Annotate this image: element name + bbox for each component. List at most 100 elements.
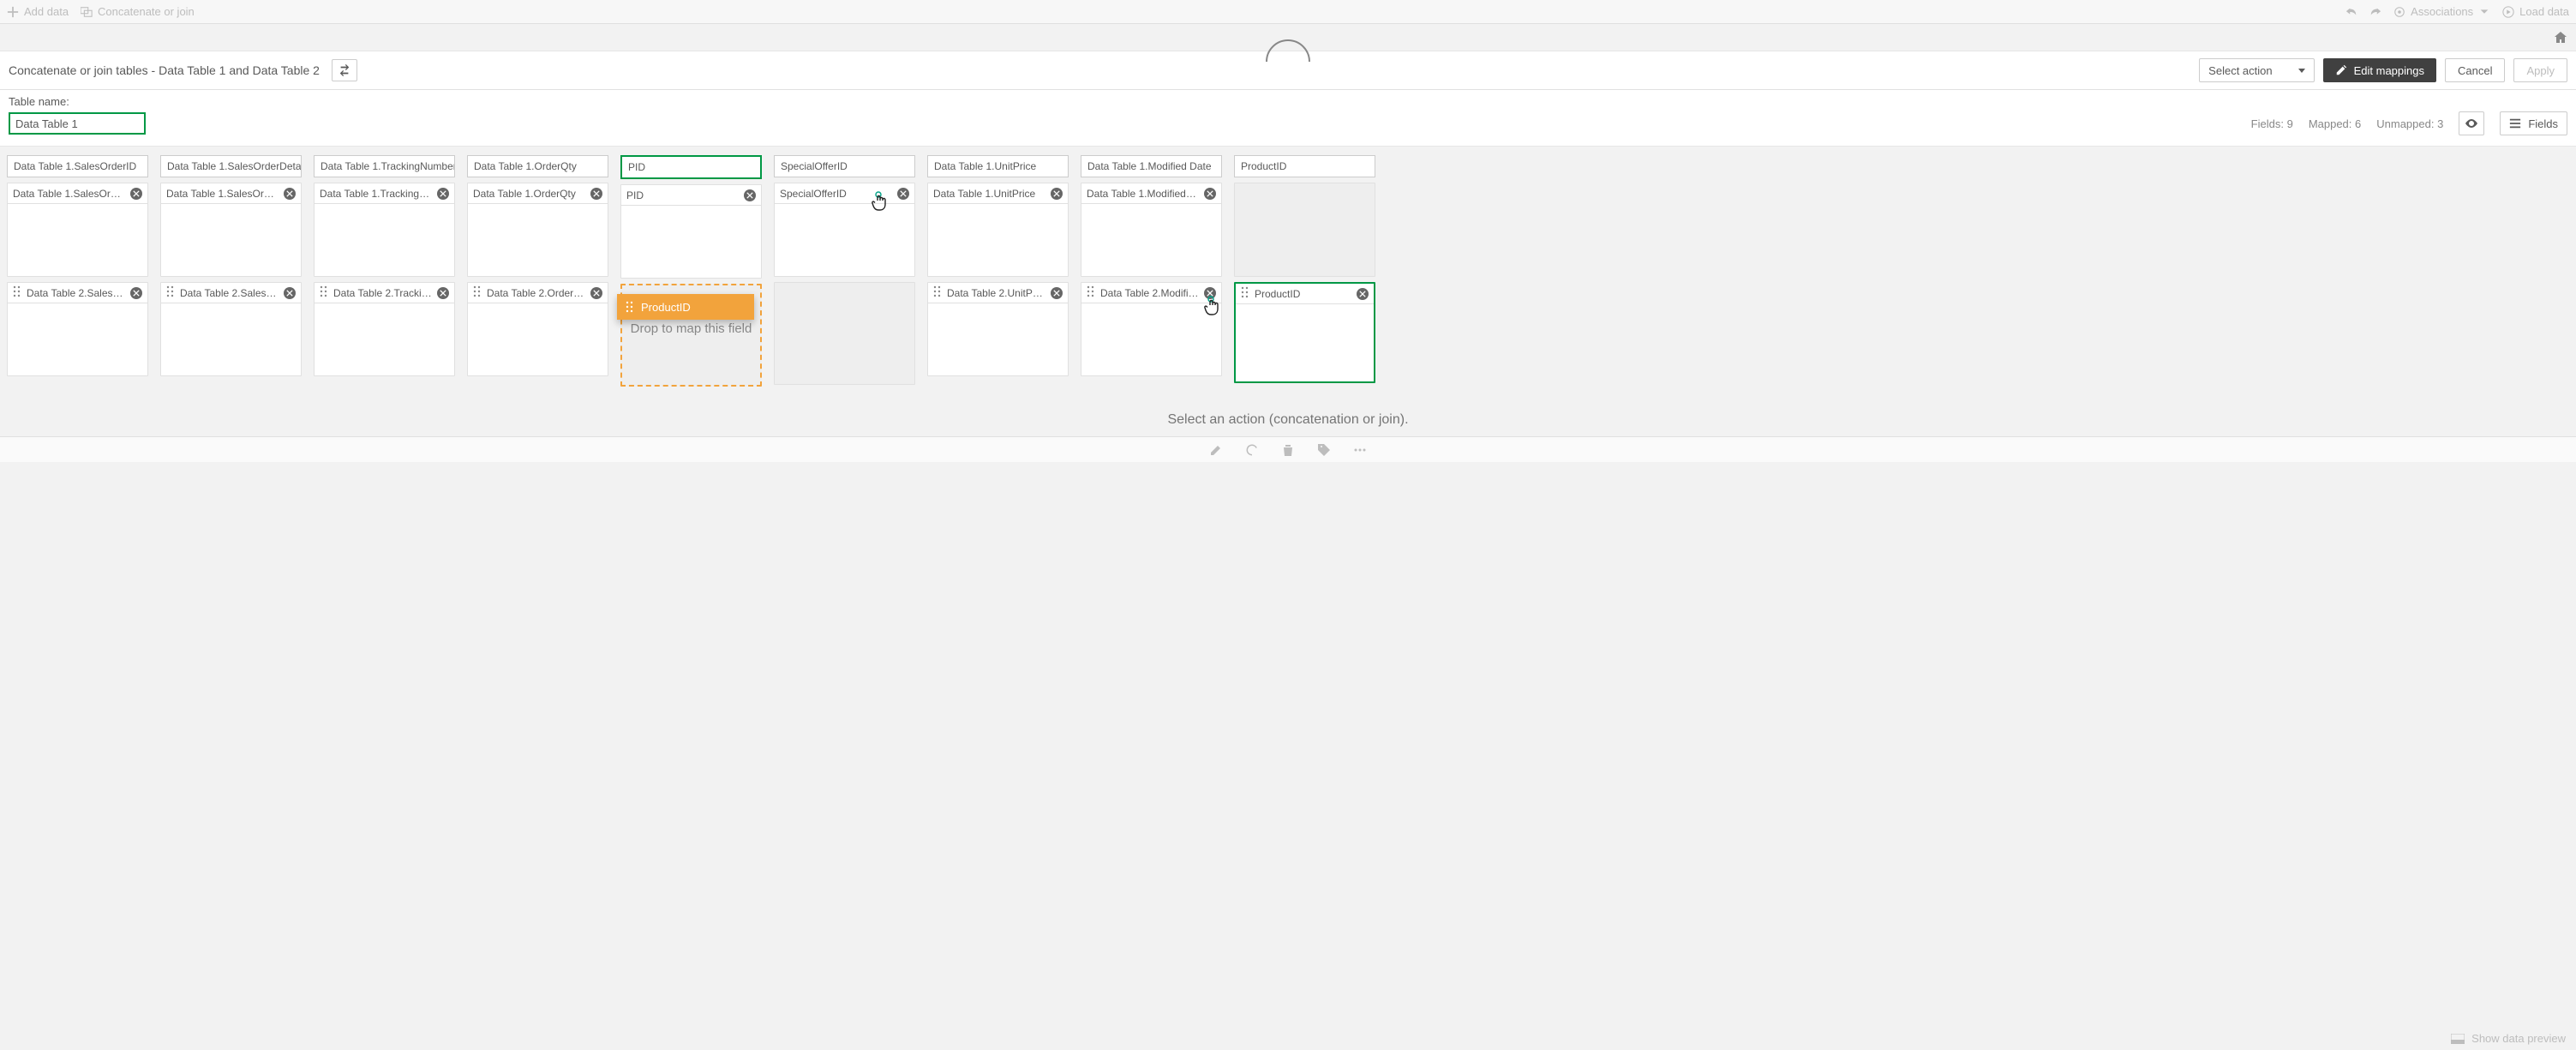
remove-field-button[interactable] <box>284 188 296 200</box>
field-pill[interactable]: Data Table 1.OrderQty <box>468 183 608 204</box>
tables-icon <box>81 6 93 18</box>
drag-chip[interactable]: ProductID <box>617 294 754 320</box>
associations-icon <box>2393 6 2405 18</box>
field-pill[interactable]: Data Table 1.Modified Date <box>1081 183 1221 204</box>
remove-field-button[interactable] <box>1051 188 1063 200</box>
top-field-box[interactable]: Data Table 1.OrderQty <box>467 183 608 277</box>
trash-icon <box>1281 443 1295 457</box>
grip-icon[interactable] <box>1241 286 1249 301</box>
bottom-field-box[interactable]: Data Table 2.UnitPrice <box>927 282 1069 376</box>
bottom-field-box[interactable]: Data Table 2.Modifie… <box>1081 282 1222 376</box>
cancel-button[interactable]: Cancel <box>2445 58 2505 82</box>
column-header[interactable]: Data Table 1.SalesOrderID <box>7 155 148 177</box>
fields-button-label: Fields <box>2528 117 2558 130</box>
field-pill[interactable]: Data Table 2.SalesOr… <box>8 283 147 303</box>
field-pill-label: Data Table 2.SalesOr… <box>27 287 125 299</box>
field-pill[interactable]: SpecialOfferID <box>775 183 914 204</box>
field-pill[interactable]: Data Table 1.TrackingNu… <box>315 183 454 204</box>
home-icon <box>2554 31 2567 45</box>
field-pill-label: Data Table 2.Trackin… <box>333 287 432 299</box>
bottom-field-box[interactable]: Data Table 2.SalesOr… <box>7 282 148 376</box>
remove-field-button[interactable] <box>284 287 296 299</box>
add-data-label: Add data <box>24 5 69 18</box>
edit-mappings-label: Edit mappings <box>2354 64 2424 77</box>
remove-field-button[interactable] <box>1204 188 1216 200</box>
field-pill[interactable]: PID <box>621 185 761 206</box>
remove-field-button[interactable] <box>897 188 909 200</box>
field-pill-label: Data Table 1.SalesOrder… <box>166 188 279 200</box>
top-field-box[interactable]: Data Table 1.Modified Date <box>1081 183 1222 277</box>
swap-tables-button[interactable] <box>332 59 357 81</box>
stat-fields: Fields: 9 <box>2251 117 2293 130</box>
field-pill[interactable]: Data Table 1.SalesOrderID <box>8 183 147 204</box>
field-pill[interactable]: Data Table 2.Modifie… <box>1081 283 1221 303</box>
list-icon <box>2509 117 2521 129</box>
grip-icon[interactable] <box>933 285 942 300</box>
mapping-column: ProductID ProductID <box>1234 155 1375 383</box>
more-icon <box>1353 443 1367 457</box>
grip-icon[interactable] <box>320 285 328 300</box>
field-pill-label: Data Table 1.TrackingNu… <box>320 188 432 200</box>
bottom-field-box[interactable]: ProductID <box>1234 282 1375 383</box>
top-field-box[interactable]: Data Table 1.TrackingNu… <box>314 183 455 277</box>
eye-icon <box>2465 117 2478 130</box>
associations-button: Associations <box>2393 5 2490 18</box>
field-pill-label: ProductID <box>1255 288 1351 300</box>
mapping-column: Data Table 1.UnitPrice Data Table 1.UnitP… <box>927 155 1069 376</box>
select-action-dropdown[interactable]: Select action <box>2199 58 2314 82</box>
play-circle-icon <box>2502 6 2514 18</box>
grip-icon[interactable] <box>166 285 175 300</box>
bottom-field-box[interactable]: Data Table 2.Trackin… <box>314 282 455 376</box>
column-header[interactable]: Data Table 1.OrderQty <box>467 155 608 177</box>
top-field-box[interactable]: Data Table 1.SalesOrderID <box>7 183 148 277</box>
field-pill[interactable]: Data Table 2.SalesOr… <box>161 283 301 303</box>
table-name-row: Table name: Fields: 9 Mapped: 6 Unmapped… <box>0 90 2576 147</box>
top-field-box[interactable]: Data Table 1.SalesOrder… <box>160 183 302 277</box>
show-data-preview-label: Show data preview <box>2471 1032 2566 1045</box>
mapping-columns: Data Table 1.SalesOrderID Data Table 1.Sa… <box>0 147 2576 395</box>
remove-field-button[interactable] <box>1051 287 1063 299</box>
remove-field-button[interactable] <box>130 287 142 299</box>
preview-toggle-button[interactable] <box>2459 111 2484 135</box>
associations-label: Associations <box>2411 5 2473 18</box>
column-header[interactable]: ProductID <box>1234 155 1375 177</box>
bottom-field-box[interactable]: Data Table 2.SalesOr… <box>160 282 302 376</box>
column-header[interactable]: Data Table 1.UnitPrice <box>927 155 1069 177</box>
column-header[interactable]: Data Table 1.SalesOrderDetailID <box>160 155 302 177</box>
table-name-input[interactable] <box>9 112 146 135</box>
grip-icon[interactable] <box>473 285 482 300</box>
field-pill[interactable]: ProductID <box>1236 284 1374 304</box>
grip-icon[interactable] <box>1087 285 1095 300</box>
top-field-box[interactable]: SpecialOfferID <box>774 183 915 277</box>
field-pill[interactable]: Data Table 2.UnitPrice <box>928 283 1068 303</box>
field-pill[interactable]: Data Table 1.SalesOrder… <box>161 183 301 204</box>
remove-field-button[interactable] <box>437 188 449 200</box>
show-data-preview[interactable]: Show data preview <box>2451 1032 2566 1045</box>
stat-unmapped: Unmapped: 3 <box>2376 117 2443 130</box>
remove-field-button[interactable] <box>590 287 602 299</box>
swap-icon <box>338 64 350 76</box>
column-header[interactable]: PID <box>620 155 762 179</box>
field-pill[interactable]: Data Table 2.OrderQty <box>468 283 608 303</box>
concat-join-button: Concatenate or join <box>81 5 195 18</box>
column-header[interactable]: SpecialOfferID <box>774 155 915 177</box>
remove-field-button[interactable] <box>437 287 449 299</box>
column-header[interactable]: Data Table 1.Modified Date <box>1081 155 1222 177</box>
edit-mappings-button[interactable]: Edit mappings <box>2323 58 2436 82</box>
fields-button[interactable]: Fields <box>2500 111 2567 135</box>
mapping-column: Data Table 1.SalesOrderDetailID Data Tabl… <box>160 155 302 376</box>
grip-icon[interactable] <box>13 285 21 300</box>
remove-field-button[interactable] <box>744 189 756 201</box>
field-pill[interactable]: Data Table 1.UnitPrice <box>928 183 1068 204</box>
top-field-box[interactable] <box>1234 183 1375 277</box>
top-field-box[interactable]: PID <box>620 184 762 279</box>
home-button[interactable] <box>2554 31 2567 47</box>
field-pill[interactable]: Data Table 2.Trackin… <box>315 283 454 303</box>
remove-field-button[interactable] <box>1357 288 1369 300</box>
remove-field-button[interactable] <box>590 188 602 200</box>
bottom-field-box[interactable]: Data Table 2.OrderQty <box>467 282 608 376</box>
bottom-field-box[interactable] <box>774 282 915 385</box>
remove-field-button[interactable] <box>130 188 142 200</box>
top-field-box[interactable]: Data Table 1.UnitPrice <box>927 183 1069 277</box>
column-header[interactable]: Data Table 1.TrackingNumber <box>314 155 455 177</box>
